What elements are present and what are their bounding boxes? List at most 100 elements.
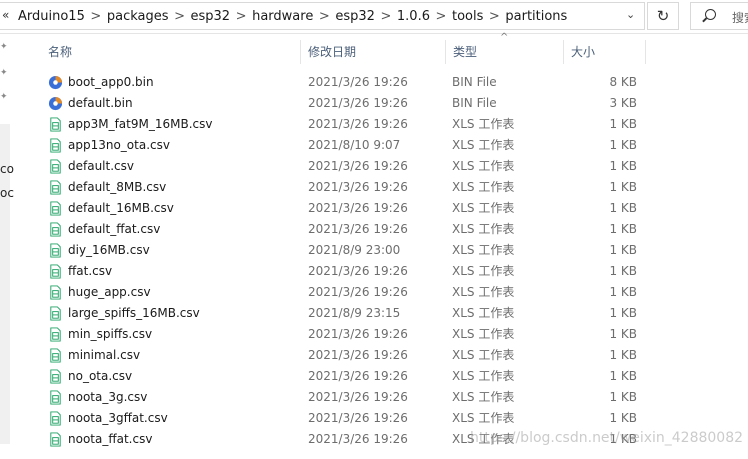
file-size: 1 KB: [609, 369, 637, 383]
file-size: 1 KB: [609, 138, 637, 152]
file-row[interactable]: noota_3gffat.csv 2021/3/26 19:26 XLS 工作表 1 …: [40, 408, 650, 429]
column-divider[interactable]: [645, 40, 646, 64]
breadcrumb-separator-icon[interactable]: >: [89, 9, 103, 24]
file-row[interactable]: noota_3g.csv 2021/3/26 19:26 XLS 工作表 1 KB: [40, 387, 650, 408]
address-dropdown-icon[interactable]: ⌄: [626, 8, 638, 22]
column-header-size[interactable]: 大小: [563, 38, 645, 66]
file-row[interactable]: minimal.csv 2021/3/26 19:26 XLS 工作表 1 KB: [40, 345, 650, 366]
file-modified-date: 2021/3/26 19:26: [308, 96, 408, 110]
file-name: default.bin: [68, 96, 133, 110]
file-modified-date: 2021/3/26 19:26: [308, 201, 408, 215]
file-row[interactable]: default_8MB.csv 2021/3/26 19:26 XLS 工作表 1 K…: [40, 177, 650, 198]
breadcrumb-separator-icon[interactable]: >: [379, 9, 393, 24]
breadcrumb-item[interactable]: Arduino15: [14, 9, 89, 24]
breadcrumb-item[interactable]: tools: [448, 9, 487, 24]
file-type: BIN File: [452, 75, 497, 89]
file-row[interactable]: default_ffat.csv 2021/3/26 19:26 XLS 工作表 1 …: [40, 219, 650, 240]
column-header-modified[interactable]: 修改日期: [300, 38, 445, 66]
file-size: 1 KB: [609, 390, 637, 404]
file-size: 1 KB: [609, 327, 637, 341]
file-row[interactable]: large_spiffs_16MB.csv 2021/8/9 23:15 XLS 工…: [40, 303, 650, 324]
file-row[interactable]: min_spiffs.csv 2021/3/26 19:26 XLS 工作表 1 KB: [40, 324, 650, 345]
csv-file-icon: [48, 285, 63, 300]
nav-item-label[interactable]: oc: [0, 186, 14, 200]
file-type: XLS 工作表: [452, 369, 515, 383]
breadcrumb-separator-icon[interactable]: >: [234, 9, 248, 24]
file-size: 1 KB: [609, 117, 637, 131]
file-modified-date: 2021/3/26 19:26: [308, 180, 408, 194]
address-toolbar: « Arduino15 > packages > esp32 > hardware > esp3…: [0, 0, 748, 34]
breadcrumb-separator-icon[interactable]: >: [487, 9, 501, 24]
breadcrumb-item[interactable]: esp32: [187, 9, 235, 24]
file-size: 1 KB: [609, 411, 637, 425]
nav-item-label[interactable]: co: [0, 162, 14, 176]
file-name: noota_3gffat.csv: [68, 411, 168, 425]
file-row[interactable]: default.csv 2021/3/26 19:26 XLS 工作表 1 KB: [40, 156, 650, 177]
file-name: min_spiffs.csv: [68, 327, 153, 341]
file-modified-date: 2021/8/9 23:00: [308, 243, 401, 257]
file-row[interactable]: huge_app.csv 2021/3/26 19:26 XLS 工作表 1 KB: [40, 282, 650, 303]
file-row[interactable]: app3M_fat9M_16MB.csv 2021/3/26 19:26 XLS 工…: [40, 114, 650, 135]
file-type: XLS 工作表: [452, 306, 515, 320]
file-name: ffat.csv: [68, 264, 113, 278]
file-row[interactable]: diy_16MB.csv 2021/8/9 23:00 XLS 工作表 1 KB: [40, 240, 650, 261]
file-name: huge_app.csv: [68, 285, 151, 299]
file-name: no_ota.csv: [68, 369, 133, 383]
file-name: diy_16MB.csv: [68, 243, 150, 257]
breadcrumb-separator-icon[interactable]: >: [173, 9, 187, 24]
file-type: XLS 工作表: [452, 201, 515, 215]
csv-file-icon: [48, 390, 63, 405]
csv-file-icon: [48, 348, 63, 363]
breadcrumb-separator-icon[interactable]: >: [317, 9, 331, 24]
csv-file-icon: [48, 369, 63, 384]
file-row[interactable]: default_16MB.csv 2021/3/26 19:26 XLS 工作表 1 …: [40, 198, 650, 219]
file-type: XLS 工作表: [452, 411, 515, 425]
file-name: boot_app0.bin: [68, 75, 154, 89]
column-headers: 名称 修改日期 类型 ^ 大小: [40, 32, 650, 66]
file-type: XLS 工作表: [452, 159, 515, 173]
column-header-name[interactable]: 名称: [40, 38, 300, 66]
file-name: default.csv: [68, 159, 134, 173]
navigation-pane: ✦ ✦ ✦ co oc: [0, 34, 14, 459]
file-type: XLS 工作表: [452, 138, 515, 152]
pin-icon: ✦: [0, 42, 8, 52]
file-size: 1 KB: [609, 285, 637, 299]
file-name: default_16MB.csv: [68, 201, 174, 215]
breadcrumb: Arduino15 > packages > esp32 > hardware > esp32 >…: [14, 3, 571, 29]
file-size: 1 KB: [609, 264, 637, 278]
csv-file-icon: [48, 411, 63, 426]
csv-file-icon: [48, 138, 63, 153]
breadcrumb-item[interactable]: partitions: [501, 9, 571, 24]
file-name: noota_ffat.csv: [68, 432, 153, 446]
csv-file-icon: [48, 117, 63, 132]
file-row[interactable]: no_ota.csv 2021/3/26 19:26 XLS 工作表 1 KB: [40, 366, 650, 387]
breadcrumb-item[interactable]: esp32: [331, 9, 379, 24]
file-modified-date: 2021/3/26 19:26: [308, 117, 408, 131]
bin-file-icon: [48, 75, 63, 90]
csv-file-icon: [48, 201, 63, 216]
file-row[interactable]: app13no_ota.csv 2021/8/10 9:07 XLS 工作表 1 KB: [40, 135, 650, 156]
refresh-button[interactable]: ↻: [647, 2, 679, 30]
file-name: app3M_fat9M_16MB.csv: [68, 117, 213, 131]
search-box[interactable]: 搜索: [690, 2, 748, 30]
file-type: XLS 工作表: [452, 180, 515, 194]
file-name: default_8MB.csv: [68, 180, 167, 194]
file-size: 3 KB: [609, 96, 637, 110]
file-modified-date: 2021/3/26 19:26: [308, 369, 408, 383]
address-bar[interactable]: « Arduino15 > packages > esp32 > hardware > esp3…: [0, 2, 645, 30]
file-row[interactable]: default.bin 2021/3/26 19:26 BIN File 3 KB: [40, 93, 650, 114]
file-row[interactable]: boot_app0.bin 2021/3/26 19:26 BIN File 8 KB: [40, 72, 650, 93]
pin-icon: ✦: [0, 68, 8, 78]
breadcrumb-item[interactable]: hardware: [248, 9, 317, 24]
file-row[interactable]: ffat.csv 2021/3/26 19:26 XLS 工作表 1 KB: [40, 261, 650, 282]
breadcrumb-item[interactable]: packages: [103, 9, 173, 24]
bin-file-icon: [48, 96, 63, 111]
file-size: 8 KB: [609, 75, 637, 89]
csv-file-icon: [48, 327, 63, 342]
file-size: 1 KB: [609, 201, 637, 215]
breadcrumb-item[interactable]: 1.0.6: [393, 9, 434, 24]
file-name: default_ffat.csv: [68, 222, 161, 236]
breadcrumb-separator-icon[interactable]: >: [434, 9, 448, 24]
overflow-breadcrumb-icon[interactable]: «: [2, 8, 9, 22]
file-type: XLS 工作表: [452, 264, 515, 278]
